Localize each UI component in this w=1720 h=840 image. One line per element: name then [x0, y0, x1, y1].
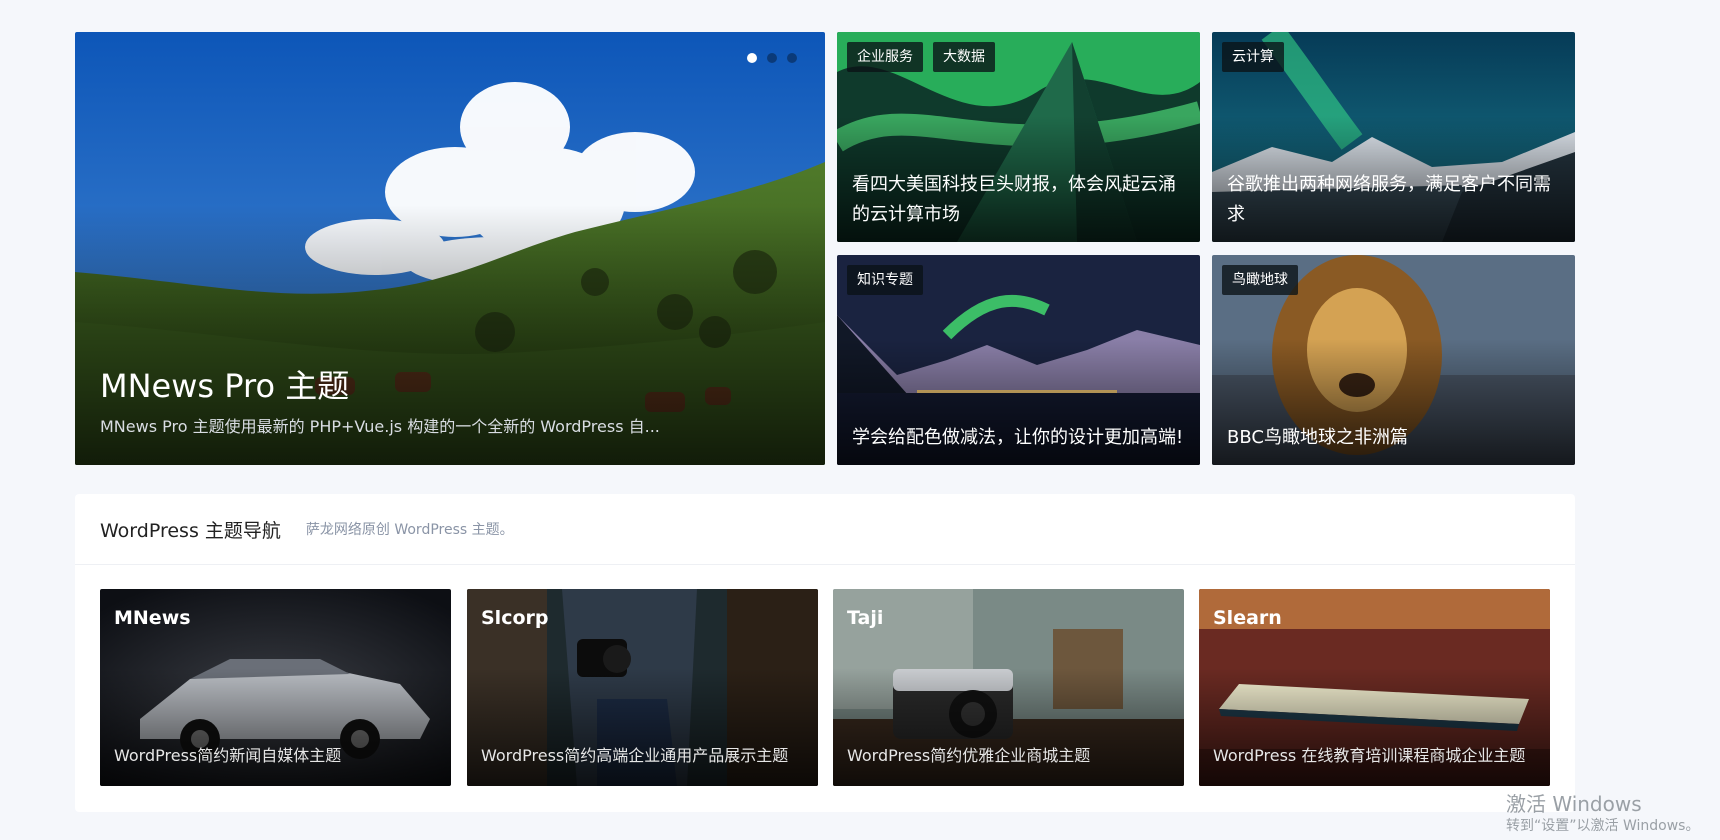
hero-description: MNews Pro 主题使用最新的 PHP+Vue.js 构建的一个全新的 Wo…	[100, 417, 660, 436]
theme-desc: WordPress简约高端企业通用产品展示主题	[481, 746, 789, 765]
windows-activation-hint: 转到“设置”以激活 Windows。	[1506, 818, 1700, 834]
tag-big-data[interactable]: 大数据	[933, 42, 995, 72]
post-title[interactable]: 看四大美国科技巨头财报，体会风起云涌的云计算市场	[852, 170, 1185, 230]
post-title[interactable]: BBC鸟瞰地球之非洲篇	[1227, 423, 1560, 453]
post-card-color-design[interactable]: 知识专题 学会给配色做减法，让你的设计更加高端!	[837, 255, 1200, 465]
slider-dot-1[interactable]	[747, 53, 757, 63]
theme-card-mnews[interactable]: MNews WordPress简约新闻自媒体主题	[100, 589, 451, 786]
slider-dots	[747, 53, 797, 63]
post-title[interactable]: 谷歌推出两种网络服务，满足客户不同需求	[1227, 170, 1560, 230]
slider-dot-2[interactable]	[767, 53, 777, 63]
hero-slide[interactable]: MNews Pro 主题 MNews Pro 主题使用最新的 PHP+Vue.j…	[75, 32, 825, 465]
panel-subtitle: 萨龙网络原创 WordPress 主题。	[305, 522, 514, 538]
theme-card-taji[interactable]: Taji WordPress简约优雅企业商城主题	[833, 589, 1184, 786]
tag-list: 鸟瞰地球	[1222, 265, 1298, 295]
tag-aerial-earth[interactable]: 鸟瞰地球	[1222, 265, 1298, 295]
hero-title[interactable]: MNews Pro 主题	[100, 361, 349, 407]
tag-list: 知识专题	[847, 265, 923, 295]
windows-activation-title: 激活 Windows	[1506, 792, 1642, 816]
panel-title: WordPress 主题导航	[100, 519, 281, 542]
theme-overlay	[467, 667, 818, 786]
theme-overlay	[1199, 667, 1550, 786]
tag-enterprise-service[interactable]: 企业服务	[847, 42, 923, 72]
theme-card-slearn[interactable]: Slearn WordPress 在线教育培训课程商城企业主题	[1199, 589, 1550, 786]
tag-list: 云计算	[1222, 42, 1284, 72]
theme-card-slcorp[interactable]: Slcorp WordPress简约高端企业通用产品展示主题	[467, 589, 818, 786]
tag-knowledge-topic[interactable]: 知识专题	[847, 265, 923, 295]
theme-name: Slearn	[1213, 607, 1282, 629]
tag-list: 企业服务 大数据	[847, 42, 995, 72]
post-card-bbc-africa[interactable]: 鸟瞰地球 BBC鸟瞰地球之非洲篇	[1212, 255, 1575, 465]
theme-name: MNews	[114, 607, 191, 629]
post-title[interactable]: 学会给配色做减法，让你的设计更加高端!	[852, 423, 1185, 453]
panel-header: WordPress 主题导航 萨龙网络原创 WordPress 主题。	[75, 494, 1575, 565]
tag-cloud-computing[interactable]: 云计算	[1222, 42, 1284, 72]
theme-overlay	[100, 667, 451, 786]
post-card-google-services[interactable]: 云计算 谷歌推出两种网络服务，满足客户不同需求	[1212, 32, 1575, 242]
post-card-cloud-market[interactable]: 企业服务 大数据 看四大美国科技巨头财报，体会风起云涌的云计算市场	[837, 32, 1200, 242]
slider-dot-3[interactable]	[787, 53, 797, 63]
theme-desc: WordPress简约优雅企业商城主题	[847, 746, 1091, 765]
theme-name: Slcorp	[481, 607, 549, 629]
theme-overlay	[833, 667, 1184, 786]
theme-nav-panel: WordPress 主题导航 萨龙网络原创 WordPress 主题。 MNew…	[75, 494, 1575, 812]
theme-name: Taji	[847, 607, 884, 629]
theme-desc: WordPress简约新闻自媒体主题	[114, 746, 342, 765]
theme-desc: WordPress 在线教育培训课程商城企业主题	[1213, 746, 1526, 765]
